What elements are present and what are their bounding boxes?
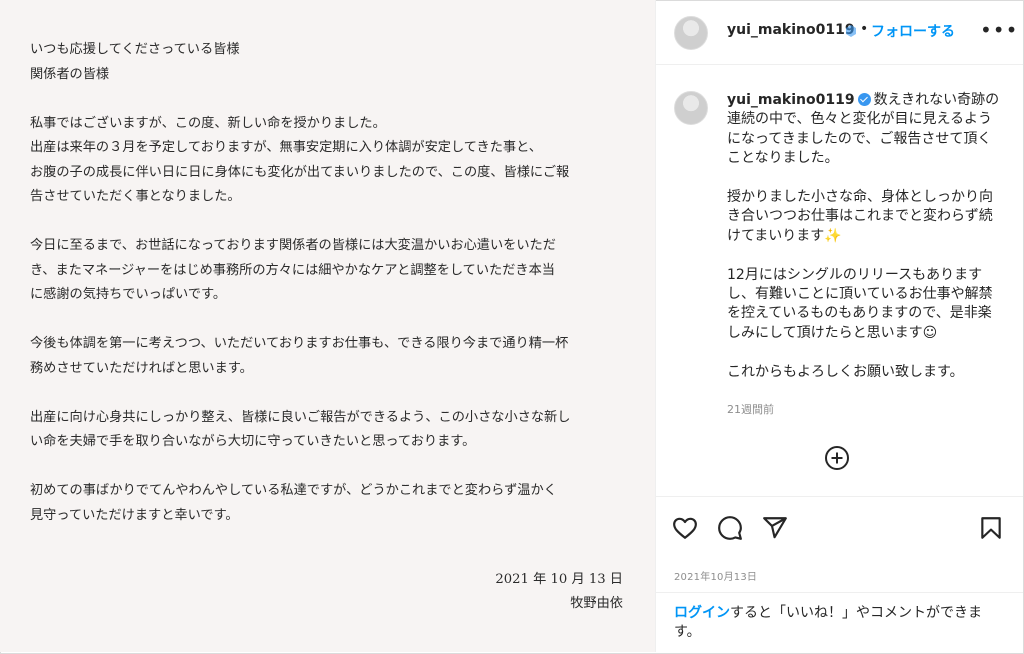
heart-icon[interactable] (672, 515, 698, 541)
login-prompt-section: ログインすると「いいね！」やコメントができます。 (656, 592, 1023, 653)
avatar[interactable] (674, 16, 708, 50)
letter-paragraph: 初めての事ばかりでてんやわんやしている私達ですが、どうかこれまでと変わらず温かく… (30, 483, 557, 523)
letter-signature: 牧野由依 (570, 596, 623, 611)
share-icon[interactable] (762, 515, 788, 541)
follow-button[interactable]: フォローする (871, 21, 955, 41)
post-header: yui_makino0119 • フォローする ••• (656, 0, 1023, 65)
caption-username[interactable]: yui_makino0119 (727, 92, 855, 108)
letter-paragraph: 今後も体調を第一に考えつつ、いただいておりますお仕事も、できる限り今まで通り精一… (30, 336, 569, 376)
separator-dot: • (860, 21, 869, 37)
header-username[interactable]: yui_makino0119 (727, 22, 855, 38)
letter-body: いつも応援してくださっている皆様 関係者の皆様 私事ではございますが、この度、新… (30, 38, 630, 553)
plus-circle-icon[interactable] (824, 445, 850, 471)
comment-timestamp[interactable]: 21週間前 (727, 401, 774, 417)
avatar[interactable] (674, 91, 708, 125)
letter-paragraph: 出産に向け心身共にしっかり整え、皆様に良いご報告ができるよう、この小さな小さな新… (30, 409, 571, 450)
post-image[interactable]: いつも応援してくださっている皆様 関係者の皆様 私事ではございますが、この度、新… (0, 0, 656, 652)
post-date[interactable]: 2021年10月13日 (674, 568, 757, 583)
letter-date: 2021 年 10 月 13 日 (495, 572, 623, 587)
letter-signature-block: 2021 年 10 月 13 日 牧野由依 (495, 568, 623, 616)
more-options-icon[interactable]: ••• (980, 20, 1018, 40)
caption-comment: yui_makino0119 数えきれない奇跡の連続の中で、色々と変化が目に見える… (656, 65, 1023, 497)
caption-body: 数えきれない奇跡の連続の中で、色々と変化が目に見えるようになってきましたので、ご… (727, 92, 1000, 380)
caption-text: yui_makino0119 数えきれない奇跡の連続の中で、色々と変化が目に見える… (727, 91, 1003, 382)
action-bar (656, 497, 1023, 557)
post-sidebar: yui_makino0119 • フォローする ••• yui_makino01… (656, 0, 1023, 652)
letter-paragraph: 今日に至るまで、お世話になっております関係者の皆様には大変温かいお心遣いをいただ… (30, 238, 556, 302)
letter-paragraph: いつも応援してくださっている皆様 関係者の皆様 (30, 42, 240, 82)
verified-icon (846, 25, 856, 37)
login-link[interactable]: ログイン (674, 605, 730, 621)
comment-icon[interactable] (717, 515, 743, 541)
letter-paragraph: 私事ではございますが、この度、新しい命を授かりました。 出産は来年の３月を予定し… (30, 115, 570, 205)
login-prompt: ログインすると「いいね！」やコメントができます。 (674, 604, 1004, 642)
bookmark-icon[interactable] (978, 515, 1004, 541)
verified-icon (857, 93, 871, 106)
